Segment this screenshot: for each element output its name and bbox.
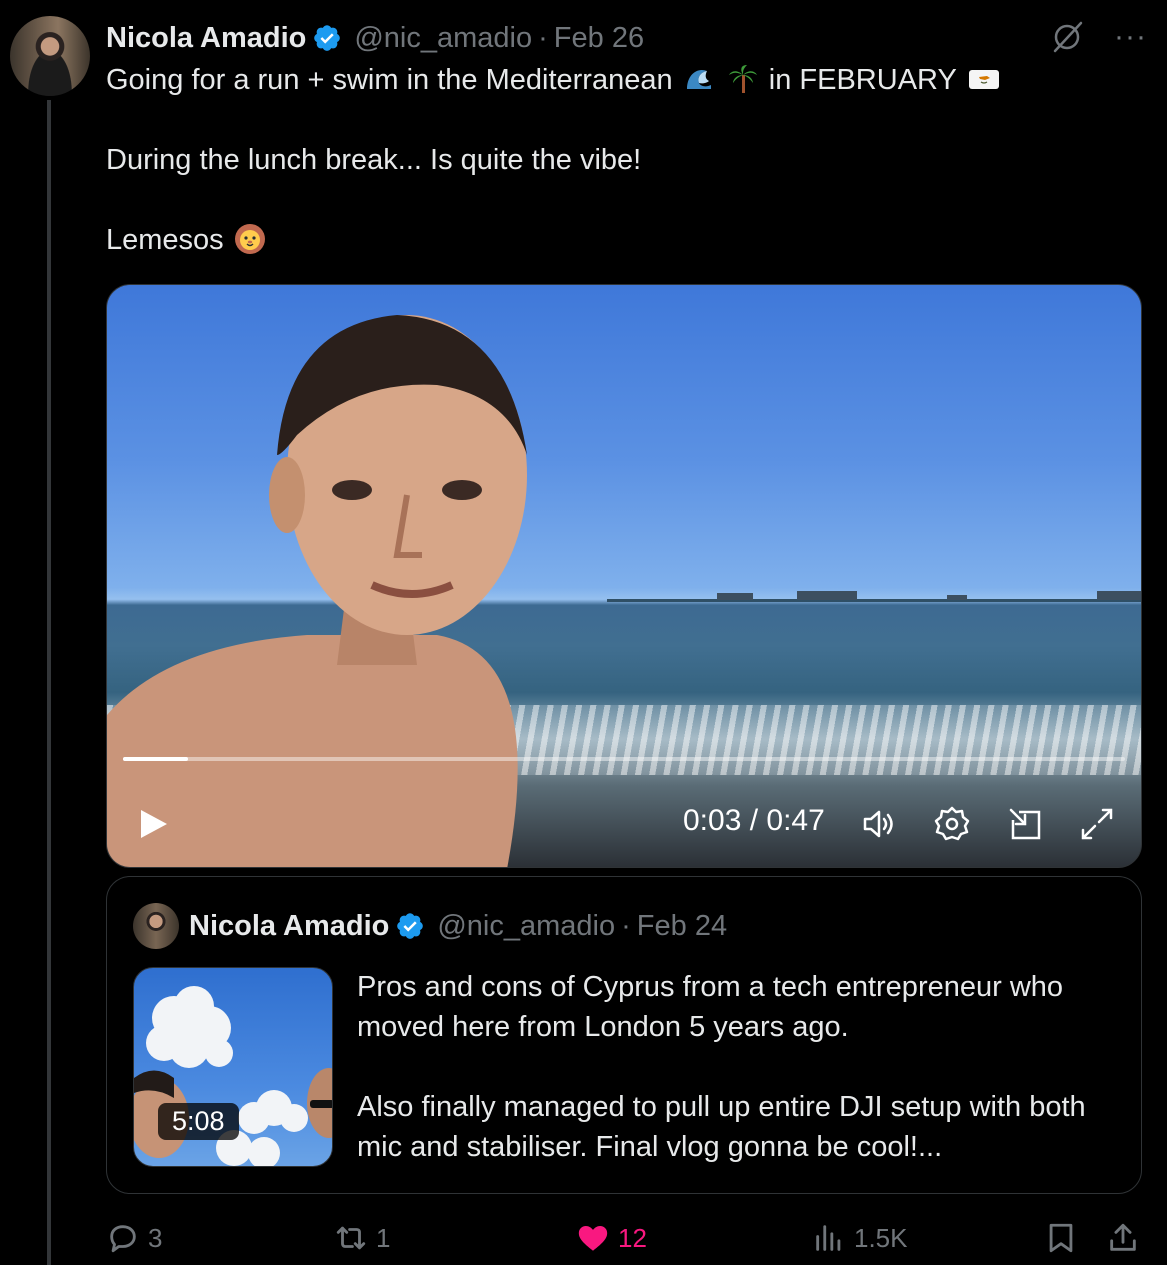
- video-progress-fill: [123, 757, 189, 761]
- play-icon[interactable]: [133, 804, 173, 844]
- person-figure: [107, 315, 527, 867]
- wave-icon: [686, 69, 711, 89]
- repost-count: 1: [376, 1222, 391, 1253]
- cyprus-flag-icon: [969, 70, 1000, 89]
- quoted-text-p2: Also finally managed to pull up entire D…: [357, 1091, 1086, 1163]
- tweet-text: Going for a run + swim in the Mediterran…: [106, 60, 1136, 260]
- tweet-text-line1-b: in FEBRUARY: [768, 64, 957, 96]
- quoted-avatar: [133, 903, 179, 949]
- horizon-ships: [607, 591, 1141, 602]
- views-count: 1.5K: [854, 1222, 908, 1253]
- top-right-actions: ···: [1050, 20, 1147, 54]
- tweet-date[interactable]: Feb 26: [554, 22, 644, 55]
- author-name[interactable]: Nicola Amadio: [106, 22, 306, 55]
- tweet-text-line1-a: Going for a run + swim in the Mediterran…: [106, 64, 673, 96]
- like-count: 12: [618, 1222, 647, 1253]
- quoted-tweet[interactable]: Nicola Amadio @nic_amadio · Feb 24 5:08 …: [106, 876, 1142, 1194]
- author-handle[interactable]: @nic_amadio: [354, 22, 532, 55]
- pip-icon[interactable]: [1005, 804, 1045, 844]
- bookmark-button[interactable]: [1044, 1221, 1078, 1255]
- reply-button[interactable]: 3: [106, 1221, 162, 1255]
- reply-icon: [110, 1225, 136, 1253]
- quoted-text-p1: Pros and cons of Cyprus from a tech entr…: [357, 971, 1064, 1043]
- avatar[interactable]: [10, 16, 90, 96]
- tweet-actions: 3 1 12 1.5K: [106, 1215, 1150, 1265]
- quoted-date: Feb 24: [636, 909, 728, 942]
- lion-icon: [234, 224, 265, 254]
- like-button[interactable]: 12: [576, 1221, 647, 1255]
- reply-count: 3: [148, 1222, 163, 1253]
- quoted-video-duration: 5:08: [158, 1103, 239, 1140]
- thread-line: [47, 100, 51, 1265]
- quoted-text: Pros and cons of Cyprus from a tech entr…: [357, 967, 1127, 1167]
- quoted-header: Nicola Amadio @nic_amadio · Feb 24: [189, 905, 727, 947]
- tweet-text-line2: During the lunch break... Is quite the v…: [106, 144, 642, 176]
- palm-tree-icon: [728, 65, 757, 93]
- repost-icon: [336, 1226, 366, 1250]
- quoted-handle: @nic_amadio: [437, 909, 616, 942]
- views-button[interactable]: 1.5K: [812, 1221, 908, 1255]
- heart-icon: [578, 1225, 608, 1251]
- tweet-header: Nicola Amadio @nic_amadio · Feb 26: [106, 18, 644, 58]
- video-progress-bar[interactable]: [123, 757, 1125, 761]
- more-options-icon[interactable]: ···: [1114, 22, 1147, 52]
- repost-button[interactable]: 1: [334, 1221, 390, 1255]
- video-player[interactable]: 0:03 / 0:47: [106, 284, 1142, 868]
- bookmark-icon: [1049, 1223, 1073, 1253]
- settings-icon[interactable]: [932, 804, 972, 844]
- quoted-video-thumbnail[interactable]: 5:08: [133, 967, 333, 1167]
- share-button[interactable]: [1106, 1221, 1140, 1255]
- grok-icon[interactable]: [1050, 20, 1084, 54]
- verified-badge-icon: [314, 25, 341, 51]
- volume-icon[interactable]: [859, 804, 899, 844]
- share-icon: [1110, 1223, 1136, 1251]
- fullscreen-icon[interactable]: [1077, 804, 1117, 844]
- video-time: 0:03 / 0:47: [683, 804, 825, 837]
- views-icon: [816, 1225, 841, 1251]
- verified-badge-icon: [397, 913, 424, 939]
- tweet-text-line3: Lemesos: [106, 224, 224, 256]
- video-controls: 0:03 / 0:47: [107, 790, 1141, 850]
- quoted-author-name: Nicola Amadio: [189, 909, 390, 942]
- separator-dot: ·: [538, 21, 548, 54]
- separator-dot: ·: [621, 909, 631, 942]
